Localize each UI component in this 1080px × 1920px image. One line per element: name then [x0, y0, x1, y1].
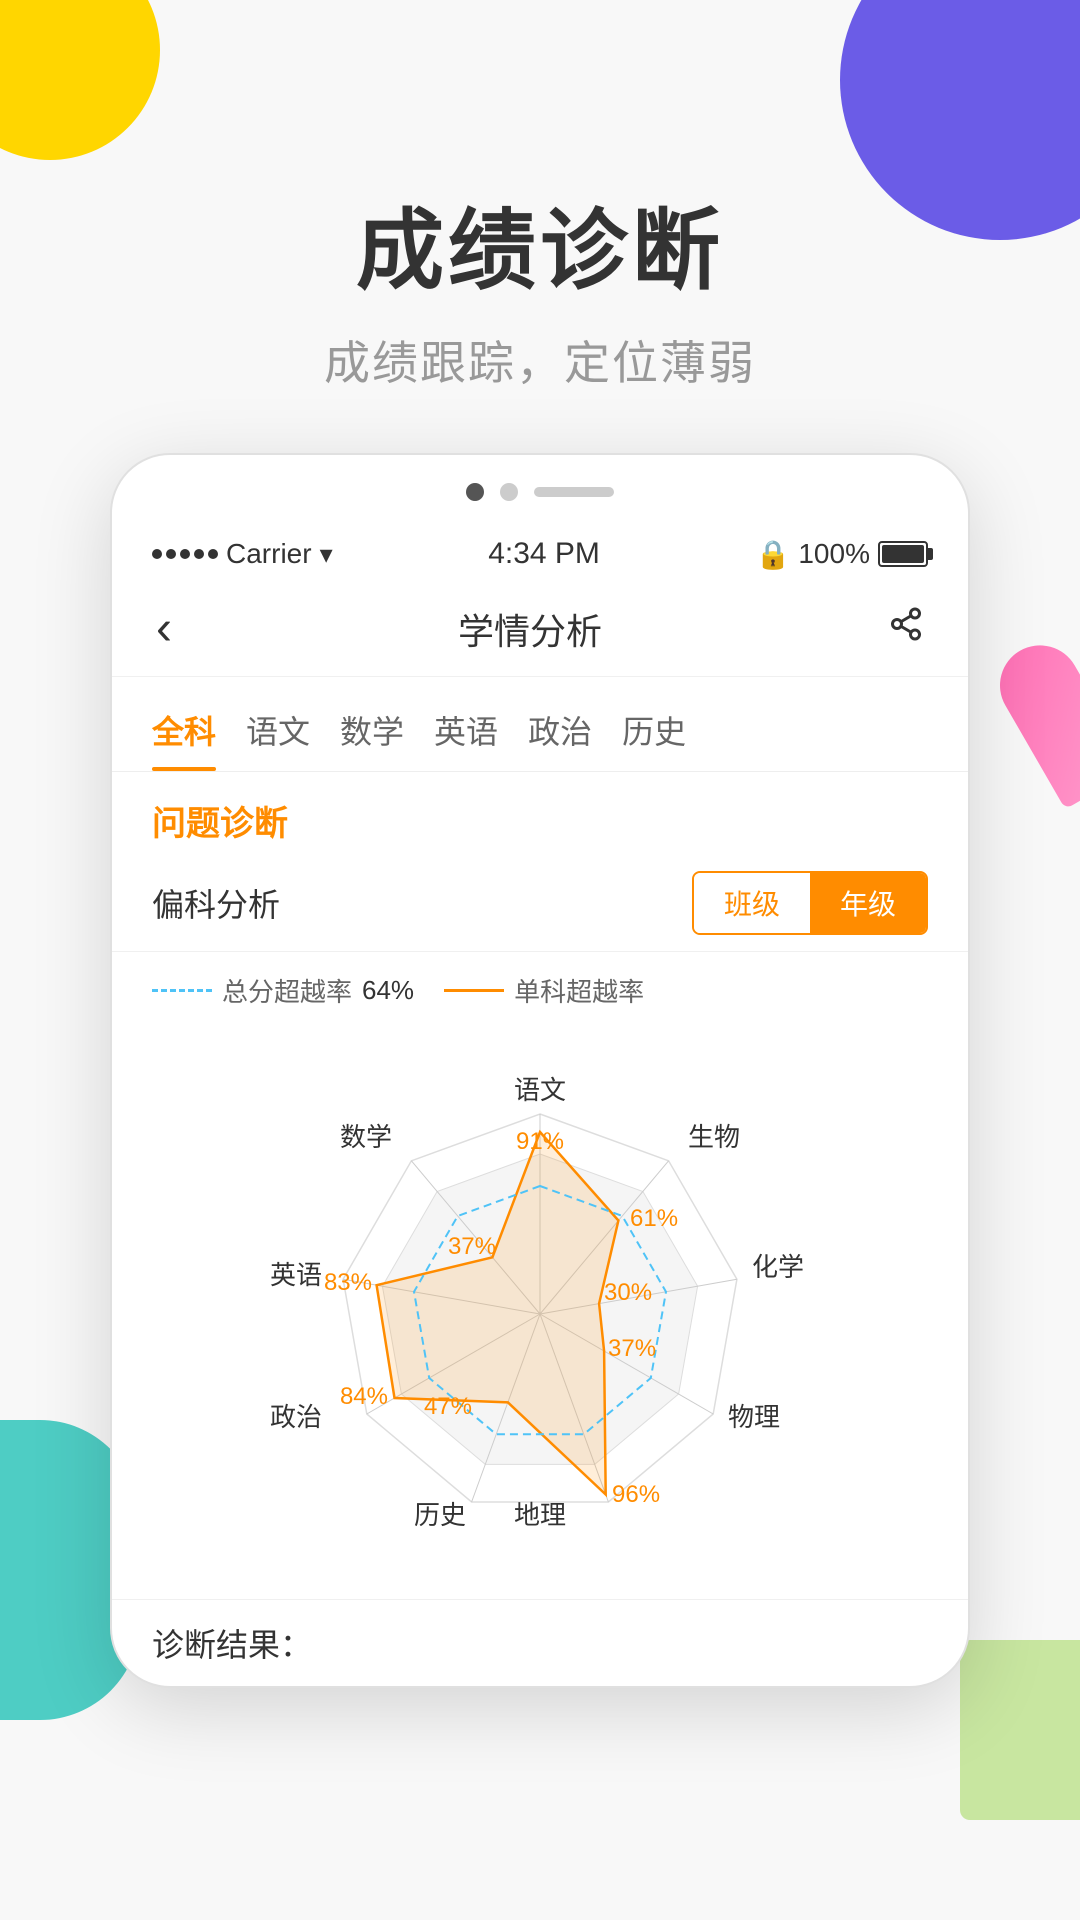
signal-dot-1 [152, 549, 162, 559]
pct-biology: 61% [630, 1205, 678, 1232]
label-biology: 生物 [688, 1122, 740, 1152]
result-label: 诊断结果： [152, 1627, 312, 1663]
legend-total-label: 总分超越率 [222, 972, 352, 1009]
toggle-grade[interactable]: 年级 [810, 873, 926, 933]
pagination-dots [112, 455, 968, 521]
lock-icon: 🔒 [755, 538, 790, 571]
label-chemistry: 化学 [752, 1252, 804, 1282]
pct-politics: 84% [340, 1383, 388, 1410]
pct-history: 47% [424, 1393, 472, 1420]
share-icon[interactable] [888, 606, 924, 651]
status-time: 4:34 PM [488, 537, 600, 571]
nav-bar: ‹ 学情分析 [112, 581, 968, 677]
pct-geography: 96% [612, 1481, 660, 1508]
tab-chinese[interactable]: 语文 [246, 697, 310, 771]
analysis-header: 偏科分析 班级 年级 [112, 861, 968, 952]
label-history: 历史 [414, 1500, 466, 1530]
pct-english: 83% [324, 1269, 372, 1296]
pct-chemistry: 30% [604, 1279, 652, 1306]
pct-chinese: 91% [516, 1128, 564, 1155]
nav-title: 学情分析 [458, 603, 602, 655]
tab-math[interactable]: 数学 [340, 697, 404, 771]
toggle-group: 班级 年级 [692, 871, 928, 935]
legend: 总分超越率 64% 单科超越率 [112, 952, 968, 1029]
dot-line [534, 487, 614, 497]
phone-mockup: Carrier ▾ 4:34 PM 🔒 100% ‹ 学情分析 [110, 453, 970, 1688]
legend-single: 单科超越率 [444, 972, 644, 1009]
back-button[interactable]: ‹ [156, 601, 172, 656]
label-english: 英语 [270, 1260, 322, 1290]
signal-dot-2 [166, 549, 176, 559]
dot-1 [466, 483, 484, 501]
tab-politics[interactable]: 政治 [528, 697, 592, 771]
label-physics: 物理 [728, 1402, 780, 1432]
result-section: 诊断结果： [112, 1599, 968, 1686]
main-title: 成绩诊断 [40, 180, 1040, 307]
signal-dot-3 [180, 549, 190, 559]
phone-wrapper: Carrier ▾ 4:34 PM 🔒 100% ‹ 学情分析 [0, 453, 1080, 1688]
label-math: 数学 [340, 1122, 392, 1152]
legend-single-label: 单科超越率 [514, 972, 644, 1009]
label-chinese: 语文 [514, 1075, 566, 1105]
legend-total-pct: 64% [362, 975, 414, 1006]
toggle-class[interactable]: 班级 [694, 873, 810, 933]
tab-english[interactable]: 英语 [434, 697, 498, 771]
legend-solid-line [444, 989, 504, 992]
signal-dot-4 [194, 549, 204, 559]
legend-dashed-line [152, 989, 212, 992]
pct-physics: 37% [608, 1335, 656, 1362]
legend-total: 总分超越率 64% [152, 972, 414, 1009]
label-geography: 地理 [514, 1500, 566, 1530]
status-bar: Carrier ▾ 4:34 PM 🔒 100% [112, 521, 968, 581]
header-section: 成绩诊断 成绩跟踪，定位薄弱 [0, 0, 1080, 453]
tab-history[interactable]: 历史 [622, 697, 686, 771]
subject-tabs: 全科 语文 数学 英语 政治 历史 [112, 677, 968, 772]
label-politics: 政治 [270, 1402, 322, 1432]
pct-math: 37% [448, 1233, 496, 1260]
signal-dot-5 [208, 549, 218, 559]
battery-pct: 100% [798, 538, 870, 570]
battery-icon [878, 541, 928, 567]
analysis-label: 偏科分析 [152, 880, 280, 926]
status-left: Carrier ▾ [152, 538, 333, 570]
radar-chart-container: 语文 91% 生物 61% 化学 30% 物理 37% 地理 96% 历史 [112, 1029, 968, 1599]
carrier-label: Carrier [226, 538, 312, 570]
radar-chart: 语文 91% 生物 61% 化学 30% 物理 37% 地理 96% 历史 [160, 1049, 920, 1569]
wifi-icon: ▾ [320, 539, 333, 570]
tab-all[interactable]: 全科 [152, 697, 216, 771]
status-right: 🔒 100% [755, 538, 928, 571]
subtitle: 成绩跟踪，定位薄弱 [40, 327, 1040, 393]
dot-2 [500, 483, 518, 501]
signal-dots [152, 549, 218, 559]
section-title: 问题诊断 [112, 772, 968, 861]
